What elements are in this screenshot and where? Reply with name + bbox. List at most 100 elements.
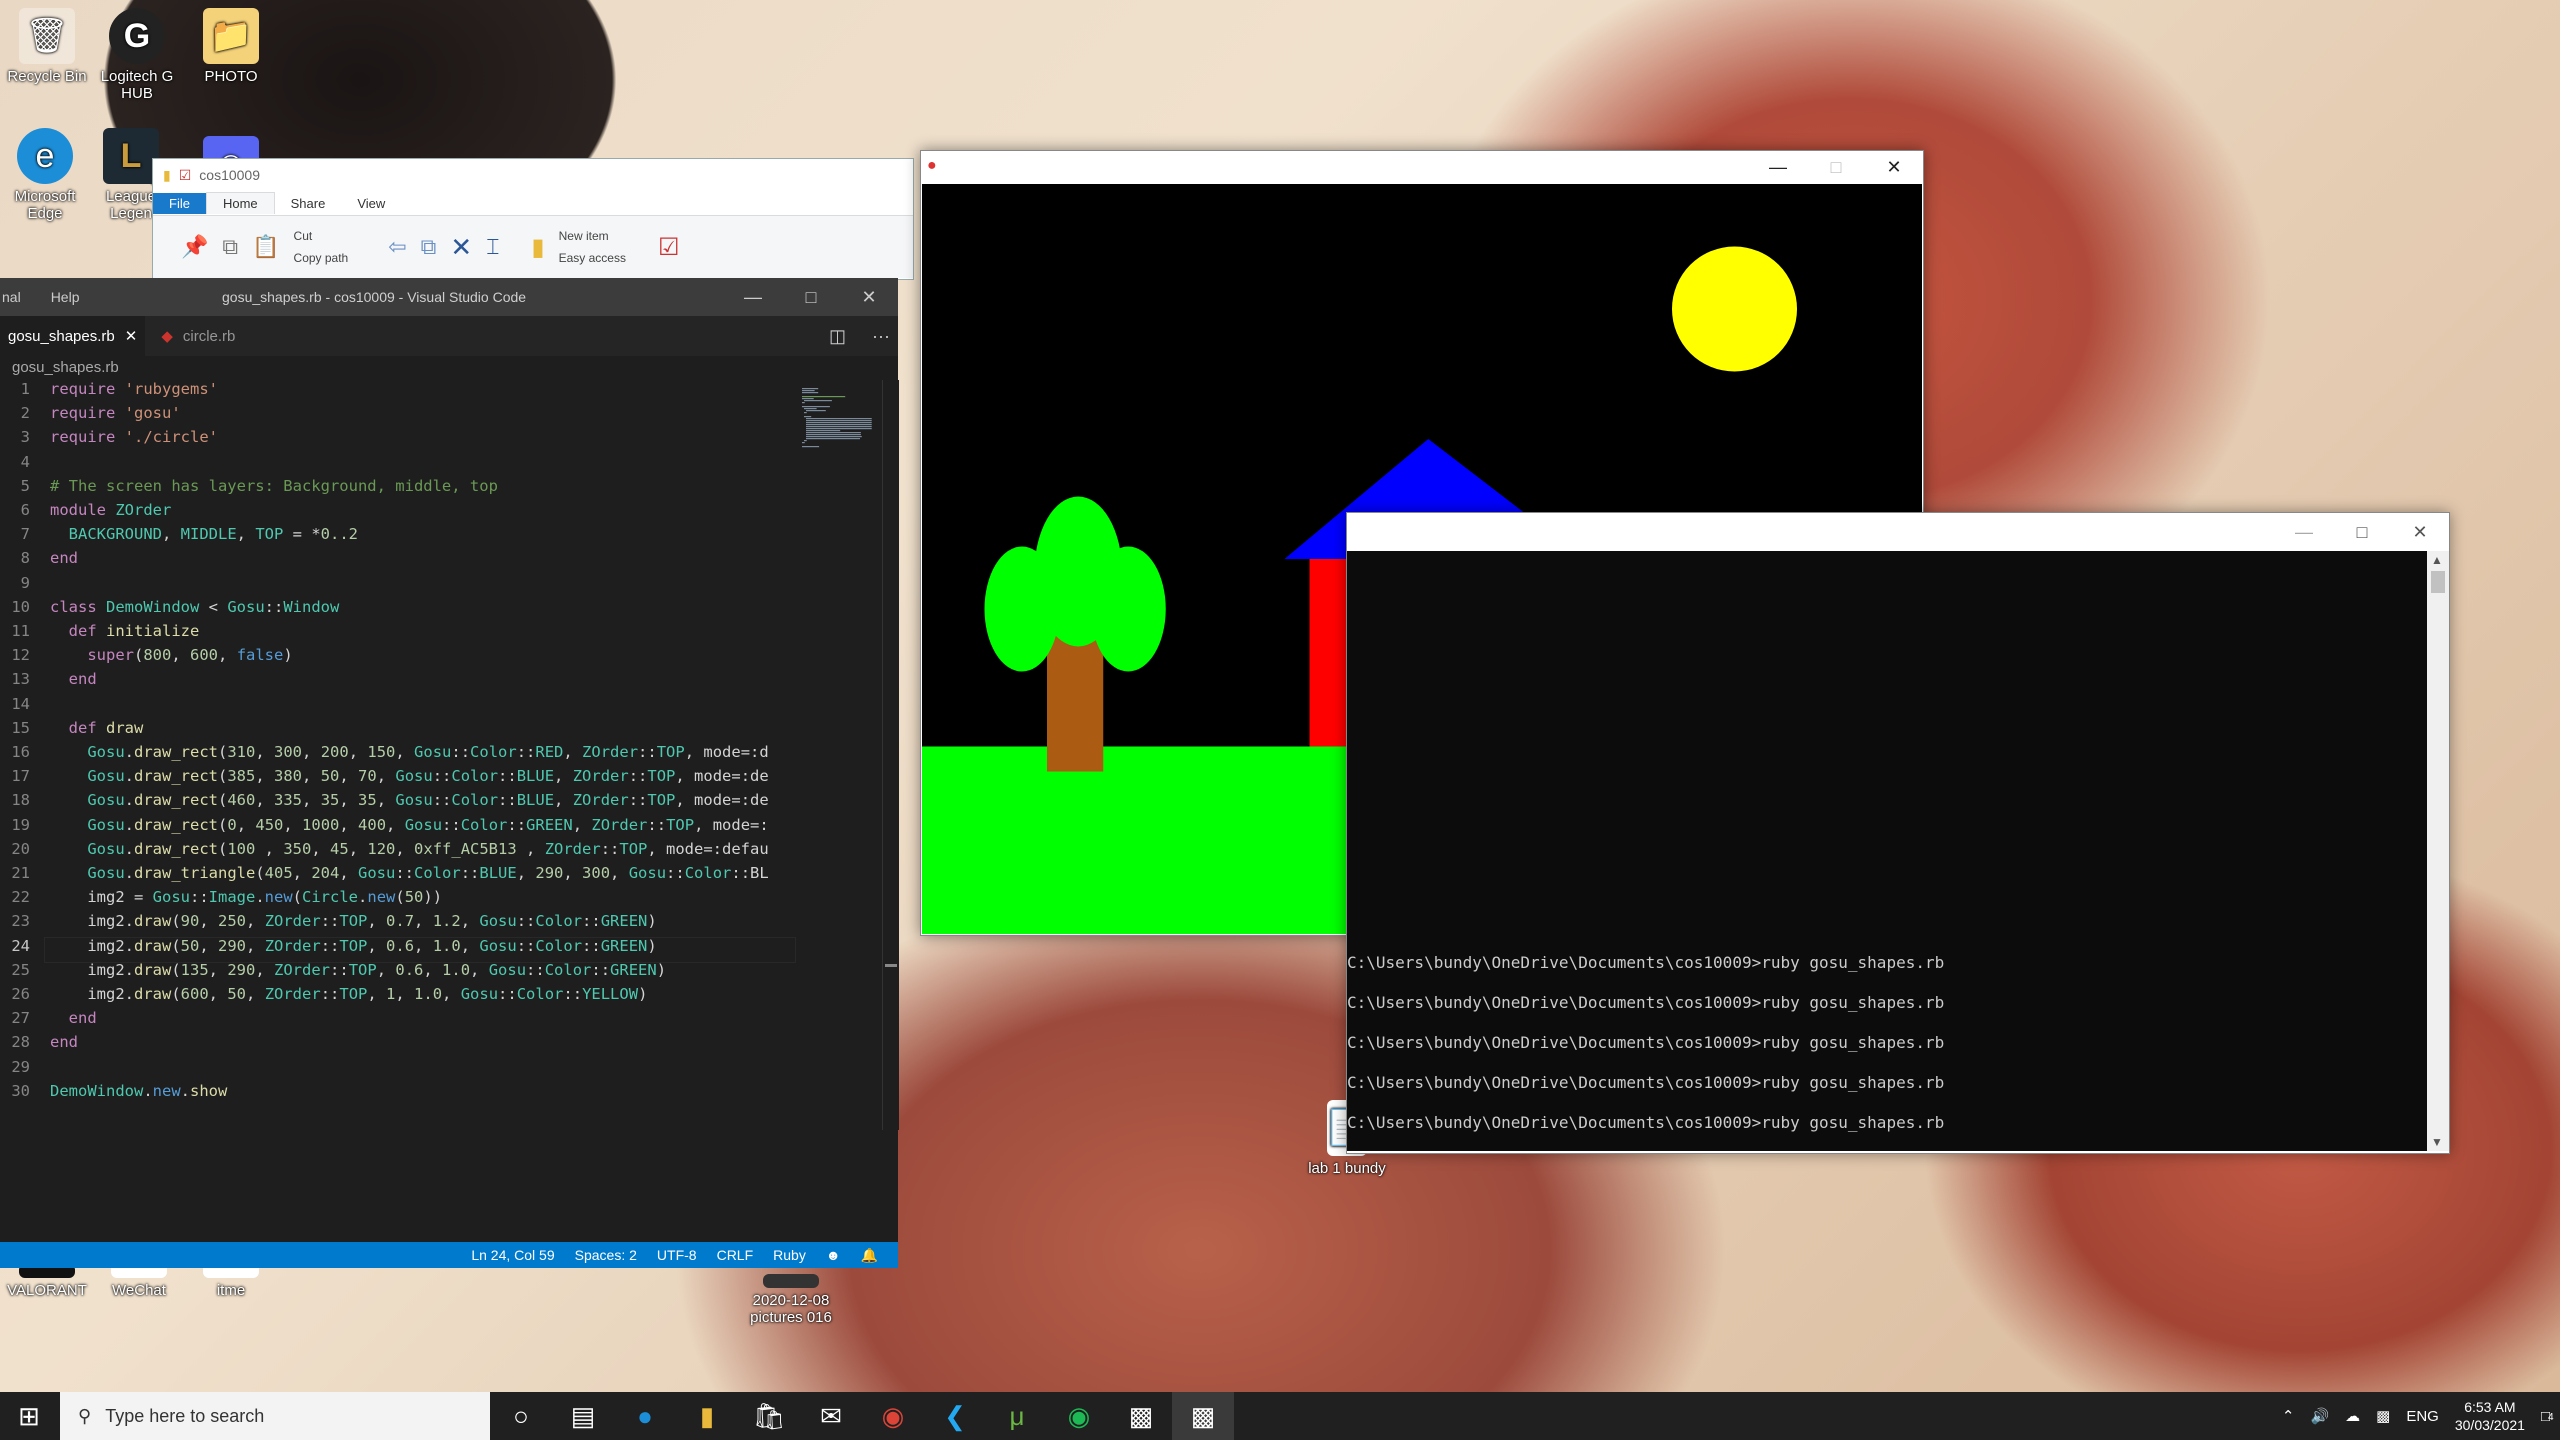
code-line[interactable]: require 'rubygems' [50,380,218,398]
minimize-button[interactable]: — [724,278,782,316]
scroll-down-arrow-icon[interactable]: ▼ [2431,1135,2443,1149]
code-line[interactable]: end [50,1009,97,1027]
minimap[interactable] [800,388,880,448]
scroll-thumb[interactable] [2431,571,2445,593]
chevron-up-icon[interactable]: ⌃ [2282,1407,2295,1425]
command-prompt-window[interactable]: — □ ✕ C:\Users\bundy\OneDrive\Documents\… [1346,512,2450,1154]
vscode-window[interactable]: nal Help gosu_shapes.rb - cos10009 - Vis… [0,278,899,1268]
notification-bell-icon[interactable]: 🔔 [861,1247,878,1264]
mail-icon[interactable]: ✉ [800,1392,862,1440]
desktop-icon-recycle-bin[interactable]: 🗑 Recycle Bin [2,8,92,85]
paste-icon[interactable]: 📋 [252,234,279,260]
taskbar-search[interactable]: ⚲ Type here to search [60,1392,490,1440]
code-line[interactable]: img2.draw(50, 290, ZOrder::TOP, 0.6, 1.0… [50,937,656,955]
network-icon[interactable]: ▩ [2376,1407,2390,1425]
tab-circle[interactable]: ◆ circle.rb [145,316,243,356]
chrome-icon[interactable]: ◉ [862,1392,924,1440]
code-editor[interactable]: 1 require 'rubygems' 2 require 'gosu' 3 requi… [0,380,798,1130]
close-tab-icon[interactable]: ✕ [125,327,138,345]
menu-item-terminal[interactable]: nal [2,289,21,305]
input-language[interactable]: ENG [2406,1408,2439,1425]
properties-icon[interactable]: ☑ [658,233,680,262]
tab-file[interactable]: File [153,192,206,214]
code-line[interactable]: def draw [50,719,144,737]
weather-icon[interactable]: ☁ [2345,1407,2360,1425]
code-line[interactable]: Gosu.draw_rect(385, 380, 50, 70, Gosu::C… [50,767,768,785]
move-to-icon[interactable]: ⇦ [388,234,406,260]
line-ending[interactable]: CRLF [717,1247,754,1263]
desktop-icon-itme[interactable]: itme [186,1264,276,1299]
start-button[interactable]: ⊞ [0,1392,58,1440]
rename-icon[interactable]: ⌶ [486,234,499,260]
breadcrumb[interactable]: gosu_shapes.rb [0,356,898,380]
code-line[interactable]: class DemoWindow < Gosu::Window [50,598,339,616]
code-line[interactable]: img2 = Gosu::Image.new(Circle.new(50)) [50,888,442,906]
vscode-taskbar-icon[interactable]: ❮ [924,1392,986,1440]
notification-center-icon[interactable]: □ 4 [2541,1408,2554,1425]
code-line[interactable]: BACKGROUND, MIDDLE, TOP = *0..2 [50,525,358,543]
tab-gosu-shapes[interactable]: gosu_shapes.rb ✕ [0,316,146,356]
scroll-up-arrow-icon[interactable]: ▲ [2431,553,2443,567]
code-line[interactable]: Gosu.draw_rect(0, 450, 1000, 400, Gosu::… [50,816,768,834]
delete-icon[interactable]: ✕ [450,232,472,263]
clock[interactable]: 6:53 AM 30/03/2021 [2455,1398,2525,1434]
tab-home[interactable]: Home [205,192,275,214]
edge-taskbar-icon[interactable]: ● [614,1392,676,1440]
copy-to-icon[interactable]: ⧉ [421,234,437,260]
desktop-icon-pictures[interactable]: 2020-12-08 pictures 016 [746,1274,836,1326]
close-button[interactable]: ✕ [1865,151,1923,183]
pin-icon[interactable]: 📌 [181,234,208,260]
code-line[interactable]: end [50,549,78,567]
gosu-taskbar-icon[interactable]: ▩ [1172,1392,1234,1440]
close-button[interactable]: ✕ [2391,513,2449,551]
menu-item-help[interactable]: Help [51,289,80,305]
new-folder-icon[interactable]: ▮ [531,233,544,262]
desktop-icon-valorant[interactable]: VALORANT [2,1264,92,1299]
editor-scrollbar[interactable] [882,380,899,1130]
task-view-icon[interactable]: ▤ [552,1392,614,1440]
maximize-button[interactable]: □ [1807,151,1865,183]
maximize-button[interactable]: □ [782,278,840,316]
copy-path-button[interactable]: Copy path [294,251,349,265]
cut-button[interactable]: Cut [294,229,349,243]
encoding[interactable]: UTF-8 [657,1247,697,1263]
cursor-position[interactable]: Ln 24, Col 59 [471,1247,554,1263]
code-line[interactable]: img2.draw(135, 290, ZOrder::TOP, 0.6, 1.… [50,961,666,979]
utorrent-icon[interactable]: μ [986,1392,1048,1440]
terminal-taskbar-icon[interactable]: ▩ [1110,1392,1172,1440]
code-line[interactable]: Gosu.draw_rect(310, 300, 200, 150, Gosu:… [50,743,768,761]
language-mode[interactable]: Ruby [773,1247,806,1263]
minimize-button[interactable]: — [2275,513,2333,551]
copy-icon[interactable]: ⧉ [222,234,238,260]
tab-view[interactable]: View [341,193,401,214]
code-line[interactable]: Gosu.draw_triangle(405, 204, Gosu::Color… [50,864,768,882]
feedback-icon[interactable]: ☻ [826,1247,841,1263]
split-editor-icon[interactable]: ◫ [829,326,846,347]
file-explorer-taskbar-icon[interactable]: ▮ [676,1392,738,1440]
console-output[interactable]: C:\Users\bundy\OneDrive\Documents\cos100… [1347,551,2427,1151]
close-button[interactable]: ✕ [840,278,898,316]
code-line[interactable]: def initialize [50,622,200,640]
volume-icon[interactable]: 🔊 [2310,1407,2329,1425]
code-line[interactable]: img2.draw(600, 50, ZOrder::TOP, 1, 1.0, … [50,985,647,1003]
spotify-icon[interactable]: ◉ [1048,1392,1110,1440]
desktop-icon-wechat[interactable]: WeChat [94,1264,184,1299]
minimize-button[interactable]: — [1749,151,1807,183]
code-line[interactable]: img2.draw(90, 250, ZOrder::TOP, 0.7, 1.2… [50,912,656,930]
code-line[interactable]: DemoWindow.new.show [50,1082,227,1100]
code-line[interactable]: Gosu.draw_rect(100 , 350, 45, 120, 0xff_… [50,840,768,858]
indentation[interactable]: Spaces: 2 [575,1247,637,1263]
easy-access-button[interactable]: Easy access [559,251,626,265]
desktop-icon-logitech[interactable]: G Logitech G HUB [92,8,182,102]
maximize-button[interactable]: □ [2333,513,2391,551]
new-item-button[interactable]: New item [559,229,626,243]
code-line[interactable]: end [50,670,97,688]
desktop-icon-photo[interactable]: 📁 PHOTO [186,8,276,85]
code-line[interactable]: module ZOrder [50,501,171,519]
desktop-icon-edge[interactable]: e Microsoft Edge [0,128,90,222]
code-line[interactable]: require 'gosu' [50,404,181,422]
code-line[interactable]: # The screen has layers: Background, mid… [50,477,498,495]
code-line[interactable]: require './circle' [50,428,218,446]
code-line[interactable]: super(800, 600, false) [50,646,292,664]
code-line[interactable]: Gosu.draw_rect(460, 335, 35, 35, Gosu::C… [50,791,768,809]
